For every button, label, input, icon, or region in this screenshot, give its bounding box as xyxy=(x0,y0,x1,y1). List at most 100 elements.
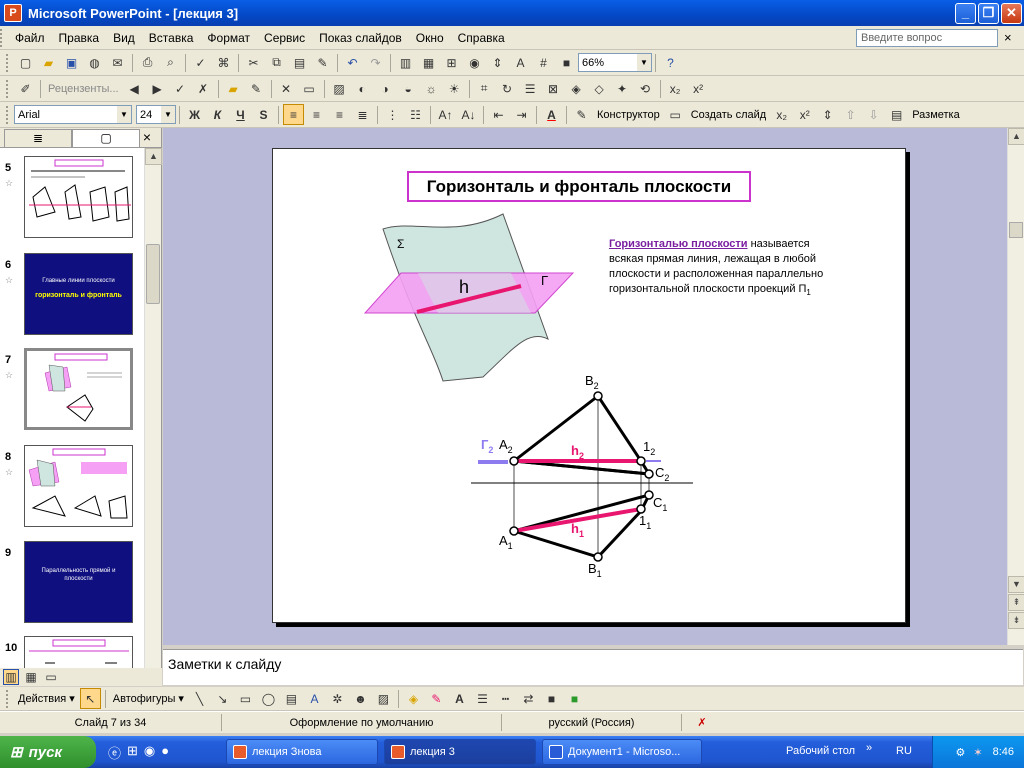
arrow-icon[interactable]: ↘ xyxy=(212,688,233,709)
apply-icon[interactable]: ✓ xyxy=(170,78,191,99)
menu-format[interactable]: Формат xyxy=(200,31,257,45)
panel-scrollbar[interactable]: ▲ xyxy=(144,148,162,668)
new-icon[interactable]: ▢ xyxy=(15,52,36,73)
spacing-icon[interactable]: ⇕ xyxy=(817,104,838,125)
reset-picture-icon[interactable]: ⟲ xyxy=(635,78,656,99)
insert-picture-icon[interactable]: ▨ xyxy=(373,688,394,709)
menu-window[interactable]: Окно xyxy=(409,31,451,45)
shadow-style-icon[interactable]: ■ xyxy=(541,688,562,709)
slide-thumbnail-9[interactable]: Параллельность прямой и плоскости xyxy=(24,541,133,623)
toolbar-grip[interactable] xyxy=(6,53,10,72)
slide-thumbnail-6[interactable]: Главные линии плоскости горизонталь и фр… xyxy=(24,253,133,335)
crop-icon[interactable]: ⌗ xyxy=(474,78,495,99)
align-left-icon[interactable]: ≡ xyxy=(283,104,304,125)
wordart-icon[interactable]: A xyxy=(304,688,325,709)
preview-icon[interactable]: ⌕ xyxy=(160,52,181,73)
prev-comment-icon[interactable]: ◀ xyxy=(124,78,145,99)
justify-icon[interactable]: ≣ xyxy=(352,104,373,125)
oval-icon[interactable]: ◯ xyxy=(258,688,279,709)
slideshow-view-icon[interactable]: ▭ xyxy=(43,669,59,685)
decrease-indent-icon[interactable]: ⇤ xyxy=(488,104,509,125)
rectangle-icon[interactable]: ▭ xyxy=(235,688,256,709)
scroll-up-icon[interactable]: ▲ xyxy=(145,148,162,165)
brightness-down-icon[interactable]: ☀ xyxy=(444,78,465,99)
superscript-icon[interactable]: x² xyxy=(688,78,709,99)
tab-outline[interactable]: ≣ xyxy=(4,129,72,147)
permission-icon[interactable]: ◍ xyxy=(84,52,105,73)
image-color-icon[interactable]: ◐ xyxy=(352,78,373,99)
slide-thumbnail-10[interactable] xyxy=(24,636,133,668)
bullets-icon[interactable]: ☷ xyxy=(405,104,426,125)
font-color-icon[interactable]: A xyxy=(449,688,470,709)
research-icon[interactable]: ⌘ xyxy=(213,52,234,73)
line-color-icon[interactable]: ✎ xyxy=(426,688,447,709)
textbox-icon[interactable]: ▤ xyxy=(281,688,302,709)
designer-icon[interactable]: ✎ xyxy=(571,104,592,125)
select-pointer-icon[interactable]: ↖ xyxy=(79,688,101,709)
grid-icon[interactable]: # xyxy=(533,52,554,73)
transparent-color-icon[interactable]: ✦ xyxy=(612,78,633,99)
italic-button[interactable]: К xyxy=(207,104,228,125)
paste-icon[interactable]: ▤ xyxy=(289,52,310,73)
task-button-lecture-3[interactable]: лекция 3 xyxy=(384,739,536,765)
line-style-icon[interactable]: ☰ xyxy=(520,78,541,99)
superscript-icon[interactable]: x² xyxy=(794,104,815,125)
scroll-thumb[interactable] xyxy=(1009,222,1023,238)
format-painter-icon[interactable]: ✎ xyxy=(312,52,333,73)
edit-comment-icon[interactable]: ✎ xyxy=(246,78,267,99)
menu-edit[interactable]: Правка xyxy=(52,31,107,45)
layout-button[interactable]: Разметка xyxy=(908,104,964,125)
compress-icon[interactable]: ⊠ xyxy=(543,78,564,99)
slide-thumbnail-5[interactable] xyxy=(24,156,133,238)
decrease-font-icon[interactable]: A↓ xyxy=(458,104,479,125)
move-down-icon[interactable]: ⇩ xyxy=(863,104,884,125)
autoshapes-menu[interactable]: Автофигуры ▾ xyxy=(109,688,188,709)
3d-style-icon[interactable]: ■ xyxy=(564,688,585,709)
help-search-input[interactable]: Введите вопрос xyxy=(856,29,998,47)
shadow-button[interactable]: S xyxy=(253,104,274,125)
minimize-button[interactable]: _ xyxy=(955,3,976,24)
bold-button[interactable]: Ж xyxy=(184,104,205,125)
recolor-icon[interactable]: ◈ xyxy=(566,78,587,99)
reviewers-button[interactable]: Рецензенты... xyxy=(44,78,123,99)
format-picture-icon[interactable]: ◇ xyxy=(589,78,610,99)
align-center-icon[interactable]: ≡ xyxy=(306,104,327,125)
save-icon[interactable]: ▣ xyxy=(61,52,82,73)
delete-comment-icon[interactable]: ✕ xyxy=(276,78,297,99)
spelling-status-icon[interactable]: ✗ xyxy=(682,714,722,731)
font-select[interactable]: Arial ▼ xyxy=(14,105,132,124)
toolbar-grip[interactable] xyxy=(0,28,4,47)
color-grayscale-icon[interactable]: ■ xyxy=(556,52,577,73)
reviewing-pane-icon[interactable]: ▭ xyxy=(299,78,320,99)
diagram-icon[interactable]: ✲ xyxy=(327,688,348,709)
toolbar-grip[interactable] xyxy=(6,79,10,98)
maximize-button[interactable]: ❐ xyxy=(978,3,999,24)
scroll-down-icon[interactable]: ▼ xyxy=(1008,576,1024,593)
open-icon[interactable]: ▰ xyxy=(38,52,59,73)
tab-slides[interactable]: ▢ xyxy=(72,129,140,147)
font-color-icon[interactable]: A xyxy=(541,104,562,125)
notes-pane[interactable]: Заметки к слайду xyxy=(163,649,1023,685)
hyperlink-icon[interactable]: ◉ xyxy=(464,52,485,73)
menu-help[interactable]: Справка xyxy=(451,31,512,45)
print-icon[interactable]: ⎙ xyxy=(137,52,158,73)
clock[interactable]: 8:46 xyxy=(993,746,1014,758)
normal-view-icon[interactable]: ▥ xyxy=(3,669,19,685)
help-icon[interactable]: ? xyxy=(660,52,681,73)
chevron-down-icon[interactable]: ▼ xyxy=(117,106,131,123)
new-slide-icon[interactable]: ▭ xyxy=(665,104,686,125)
font-size-select[interactable]: 24 ▼ xyxy=(136,105,176,124)
editor-scrollbar[interactable]: ▲ ▼ ⇞ ⇟ xyxy=(1007,128,1024,645)
scroll-thumb[interactable] xyxy=(146,244,160,304)
menu-slideshow[interactable]: Показ слайдов xyxy=(312,31,409,45)
menu-close-icon[interactable]: × xyxy=(1004,30,1012,45)
panel-close-icon[interactable]: × xyxy=(143,129,151,145)
powerpoint-app-icon[interactable]: P xyxy=(4,4,22,22)
menu-insert[interactable]: Вставка xyxy=(142,31,201,45)
toolbar-grip[interactable] xyxy=(6,105,10,124)
insert-chart-icon[interactable]: ▥ xyxy=(395,52,416,73)
next-slide-icon[interactable]: ⇟ xyxy=(1008,612,1024,629)
menu-tools[interactable]: Сервис xyxy=(257,31,312,45)
chevron-down-icon[interactable]: ▼ xyxy=(161,106,175,123)
subscript-icon[interactable]: x₂ xyxy=(771,104,792,125)
